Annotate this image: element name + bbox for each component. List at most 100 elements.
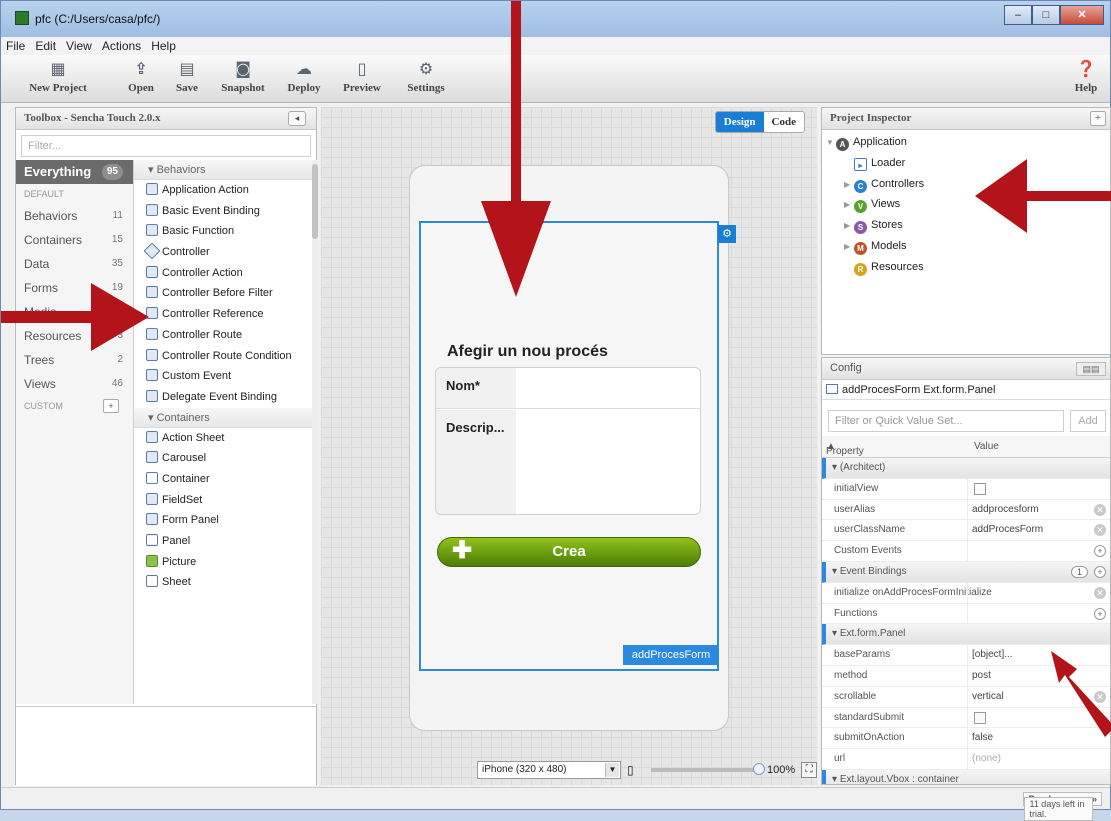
list-item[interactable]: Panel (134, 531, 312, 552)
tree-node-views[interactable]: ▶ V Views (826, 194, 1110, 215)
list-item[interactable]: Form Panel (134, 510, 312, 531)
design-tab[interactable]: Design (715, 112, 764, 132)
menu-view[interactable]: View (61, 37, 97, 55)
preview-button[interactable]: ▯ Preview (337, 59, 387, 94)
toolbox-filter-input[interactable]: Filter... (21, 135, 311, 157)
config-row[interactable]: Custom Events + (822, 541, 1110, 562)
config-row[interactable]: userAlias addprocesform ✕ (822, 499, 1110, 521)
list-item[interactable]: Application Action (134, 180, 312, 201)
config-group-row[interactable]: ▾ Event Bindings 1 + (822, 561, 1110, 583)
toolbox-scrollbar[interactable] (312, 160, 318, 704)
list-item[interactable]: Basic Function (134, 221, 312, 242)
category-trees[interactable]: Trees 2 (16, 348, 133, 372)
list-item[interactable]: Controller Action (134, 263, 312, 284)
config-group-row[interactable]: ▾ Ext.layout.Vbox : container (822, 769, 1110, 784)
maximize-button[interactable]: □ (1032, 5, 1060, 25)
config-group-row[interactable]: ▾ (Architect) (822, 458, 1110, 479)
config-row[interactable]: scrollable vertical ✕ (822, 686, 1110, 708)
property-column-header[interactable]: Property ▲ (826, 441, 864, 457)
property-value[interactable]: vertical (972, 687, 1004, 708)
config-row[interactable]: initialView (822, 478, 1110, 500)
list-item[interactable]: Container (134, 469, 312, 490)
list-item[interactable]: Controller Before Filter (134, 283, 312, 304)
device-select[interactable]: iPhone (320 x 480) ▼ (477, 761, 621, 779)
collapse-button[interactable]: ◂ (288, 111, 306, 126)
view-toggle-icon[interactable]: ▤▤ (1076, 362, 1106, 376)
list-item[interactable]: Controller Reference (134, 304, 312, 325)
category-containers[interactable]: Containers 15 (16, 228, 133, 252)
menu-actions[interactable]: Actions (97, 37, 146, 55)
design-canvas[interactable]: Design Code ⚙ Afegir un nou procés Nom* … (321, 107, 818, 785)
clear-icon[interactable]: ✕ (1094, 503, 1106, 516)
add-custom-button[interactable]: + (103, 399, 119, 413)
list-item[interactable]: Picture (134, 552, 312, 573)
list-item[interactable]: Sheet (134, 572, 312, 593)
tree-node-loader[interactable]: ▸ Loader (826, 153, 1110, 174)
config-filter-input[interactable]: Filter or Quick Value Set... (828, 410, 1064, 432)
config-row[interactable]: userClassName addProcesForm ✕ (822, 520, 1110, 542)
property-value[interactable]: addprocesform (972, 500, 1039, 521)
settings-button[interactable]: ⚙ Settings (399, 59, 453, 94)
tree-node-models[interactable]: ▶ M Models (826, 236, 1110, 257)
help-button[interactable]: ❓ Help (1069, 59, 1103, 94)
category-media[interactable]: Media (16, 300, 133, 324)
clear-icon[interactable]: ✕ (1094, 690, 1106, 703)
list-item[interactable]: Controller (134, 242, 312, 263)
config-row[interactable]: initialize onAddProcesFormInitialize ✕ (822, 582, 1110, 604)
config-row[interactable]: method post (822, 665, 1110, 687)
config-row[interactable]: url (none) (822, 749, 1110, 770)
save-button[interactable]: ▤ Save (167, 59, 207, 94)
list-item[interactable]: Controller Route Condition (134, 346, 312, 367)
component-gear-icon[interactable]: ⚙ (718, 225, 736, 243)
add-icon[interactable]: + (1094, 565, 1106, 578)
checkbox[interactable] (974, 482, 986, 495)
list-item[interactable]: FieldSet (134, 490, 312, 511)
zoom-slider[interactable] (651, 763, 765, 775)
category-resources[interactable]: Resources 3 (16, 324, 133, 348)
add-icon[interactable]: + (1094, 545, 1106, 558)
tree-node-resources[interactable]: R Resources (826, 257, 1110, 278)
nom-input[interactable] (516, 368, 700, 409)
category-data[interactable]: Data 35 (16, 252, 133, 276)
property-value[interactable]: false (972, 728, 993, 749)
clear-icon[interactable]: ✕ (1094, 586, 1106, 599)
config-row[interactable]: Functions + (822, 603, 1110, 625)
tree-node-controllers[interactable]: ▶ C Controllers (826, 174, 1110, 195)
add-icon[interactable]: + (1094, 607, 1106, 620)
category-behaviors[interactable]: Behaviors 11 (16, 204, 133, 228)
close-button[interactable]: ✕ (1060, 5, 1104, 25)
property-value[interactable]: [object]... (972, 645, 1013, 666)
add-button[interactable]: + (1090, 111, 1106, 126)
descripcio-textarea[interactable] (516, 410, 700, 514)
group-behaviors[interactable]: ▾ Behaviors (134, 160, 312, 180)
zoom-slider-handle[interactable] (753, 763, 765, 775)
category-views[interactable]: Views 46 (16, 372, 133, 396)
tree-node-stores[interactable]: ▶ S Stores (826, 215, 1110, 236)
list-item[interactable]: Controller Route (134, 325, 312, 346)
rotate-device-icon[interactable]: ▯ (627, 762, 641, 778)
property-value[interactable]: (none) (972, 749, 1001, 770)
menu-edit[interactable]: Edit (30, 37, 61, 55)
fit-zoom-icon[interactable]: ⛶ (801, 762, 818, 778)
new-project-button[interactable]: ▦ New Project (19, 59, 97, 94)
config-add-button[interactable]: Add (1070, 410, 1106, 432)
clear-icon[interactable]: ✕ (1094, 524, 1106, 537)
list-item[interactable]: Delegate Event Binding (134, 387, 312, 408)
tree-node-application[interactable]: ▼ A Application (826, 132, 1110, 153)
minimize-button[interactable]: – (1004, 5, 1032, 25)
property-value[interactable]: addProcesForm (972, 520, 1043, 541)
property-value[interactable]: post (972, 666, 991, 687)
category-forms[interactable]: Forms 19 (16, 276, 133, 300)
code-tab[interactable]: Code (763, 112, 804, 132)
crea-button[interactable]: ✚ Crea (437, 537, 701, 567)
list-item[interactable]: Custom Event (134, 366, 312, 387)
config-row[interactable]: baseParams [object]... (822, 645, 1110, 666)
menu-help[interactable]: Help (146, 37, 181, 55)
group-containers[interactable]: ▾ Containers (134, 407, 312, 428)
snapshot-button[interactable]: ◙ Snapshot (213, 59, 273, 94)
config-row[interactable]: submitOnAction false (822, 728, 1110, 750)
list-item[interactable]: Action Sheet (134, 428, 312, 449)
config-group-row[interactable]: ▾ Ext.form.Panel (822, 624, 1110, 646)
checkbox[interactable] (974, 711, 986, 724)
list-item[interactable]: Carousel (134, 448, 312, 469)
